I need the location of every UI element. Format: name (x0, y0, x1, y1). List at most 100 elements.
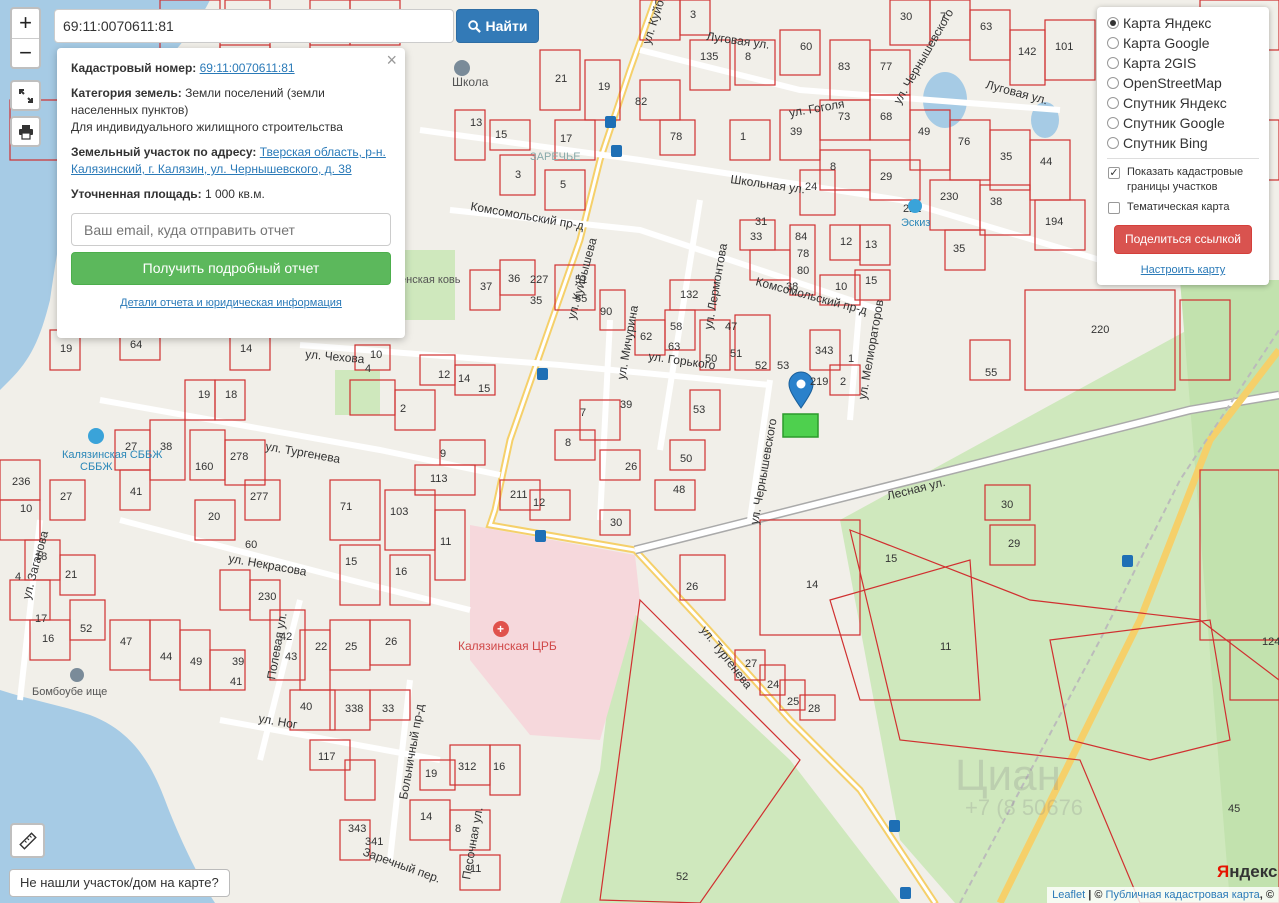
svg-text:47: 47 (120, 636, 132, 648)
svg-text:21: 21 (65, 569, 77, 581)
layer-label: Карта 2GIS (1123, 55, 1197, 71)
poi-label: енская ковь (400, 274, 461, 286)
svg-text:16: 16 (42, 633, 54, 645)
svg-text:35: 35 (953, 243, 965, 255)
svg-text:44: 44 (160, 651, 172, 663)
svg-text:12: 12 (438, 369, 450, 381)
cadastral-number-link[interactable]: 69:11:0070611:81 (200, 61, 295, 75)
svg-text:10: 10 (370, 349, 382, 361)
svg-text:12: 12 (840, 236, 852, 248)
zoom-in-button[interactable]: + (12, 9, 39, 38)
svg-text:10: 10 (20, 503, 32, 515)
zoom-out-button[interactable]: − (12, 38, 39, 67)
svg-text:2: 2 (840, 376, 846, 388)
svg-text:44: 44 (1040, 156, 1052, 168)
svg-text:1: 1 (848, 353, 854, 365)
svg-text:15: 15 (345, 556, 357, 568)
svg-text:113: 113 (430, 473, 448, 485)
svg-text:52: 52 (755, 360, 767, 372)
print-button[interactable] (10, 116, 41, 147)
svg-text:8: 8 (830, 161, 836, 173)
svg-text:230: 230 (940, 191, 958, 203)
get-report-button[interactable]: Получить подробный отчет (71, 252, 391, 285)
not-found-button[interactable]: Не нашли участок/дом на карте? (9, 869, 230, 897)
svg-text:26: 26 (625, 461, 637, 473)
svg-text:29: 29 (1008, 538, 1020, 550)
svg-text:52: 52 (80, 623, 92, 635)
svg-text:124: 124 (1262, 636, 1279, 648)
svg-text:78: 78 (670, 131, 682, 143)
attribution: Leaflet | © Публичная кадастровая карта,… (1047, 887, 1279, 903)
share-link-button[interactable]: Поделиться ссылкой (1114, 225, 1252, 254)
svg-text:160: 160 (195, 461, 213, 473)
address-label: Земельный участок по адресу: (71, 145, 257, 159)
layer-option-bing-satellite[interactable]: Спутник Bing (1107, 133, 1259, 153)
svg-text:63: 63 (980, 21, 992, 33)
check-icon: ✓ (1108, 167, 1120, 179)
show-borders-checkbox[interactable]: ✓ Показать кадастровые границы участков (1107, 165, 1259, 195)
svg-text:38: 38 (990, 196, 1002, 208)
svg-text:17: 17 (560, 133, 572, 145)
svg-text:77: 77 (880, 61, 892, 73)
email-field[interactable] (71, 213, 391, 246)
svg-text:52: 52 (676, 871, 688, 883)
ruler-icon (18, 831, 37, 850)
layer-label: Спутник Яндекс (1123, 95, 1227, 111)
poi-label: Калязинская СББЖ (62, 449, 162, 461)
svg-text:55: 55 (985, 367, 997, 379)
svg-text:312: 312 (458, 761, 476, 773)
svg-text:9: 9 (440, 448, 446, 460)
fullscreen-button[interactable] (10, 80, 41, 111)
layer-option-2gis[interactable]: Карта 2GIS (1107, 53, 1259, 73)
svg-text:53: 53 (777, 360, 789, 372)
svg-text:19: 19 (425, 768, 437, 780)
report-details-link[interactable]: Детали отчета и юридическая информация (71, 295, 391, 312)
svg-text:14: 14 (806, 579, 818, 591)
search-button[interactable]: Найти (456, 9, 539, 43)
layer-option-yandex-satellite[interactable]: Спутник Яндекс (1107, 93, 1259, 113)
svg-text:53: 53 (693, 404, 705, 416)
configure-map-link[interactable]: Настроить карту (1107, 264, 1259, 276)
layer-option-yandex-map[interactable]: Карта Яндекс (1107, 13, 1259, 33)
svg-text:73: 73 (838, 111, 850, 123)
svg-text:64: 64 (130, 339, 142, 351)
close-icon[interactable]: × (386, 51, 397, 69)
measure-button[interactable] (10, 823, 45, 858)
layer-option-osm[interactable]: OpenStreetMap (1107, 73, 1259, 93)
svg-text:50: 50 (680, 453, 692, 465)
search-input[interactable] (54, 9, 454, 43)
svg-text:343: 343 (815, 345, 833, 357)
svg-text:27: 27 (745, 658, 757, 670)
svg-text:30: 30 (610, 517, 622, 529)
svg-text:15: 15 (478, 383, 490, 395)
layer-label: Карта Google (1123, 35, 1210, 51)
svg-text:13: 13 (865, 239, 877, 251)
svg-text:230: 230 (258, 591, 276, 603)
svg-text:22: 22 (315, 641, 327, 653)
svg-text:68: 68 (880, 111, 892, 123)
svg-text:277: 277 (250, 491, 268, 503)
layer-option-google-satellite[interactable]: Спутник Google (1107, 113, 1259, 133)
svg-text:43: 43 (285, 651, 297, 663)
poi-label: ЗАРЕЧЬЕ (530, 151, 581, 163)
thematic-map-checkbox[interactable]: Тематическая карта (1107, 200, 1259, 215)
svg-text:83: 83 (838, 61, 850, 73)
expand-icon (18, 88, 33, 103)
svg-text:+7 (8 50676: +7 (8 50676 (965, 795, 1083, 820)
printer-icon (18, 124, 33, 140)
svg-text:49: 49 (918, 126, 930, 138)
svg-text:19: 19 (60, 343, 72, 355)
svg-text:76: 76 (958, 136, 970, 148)
svg-text:4: 4 (15, 571, 21, 583)
svg-text:343: 343 (348, 823, 366, 835)
svg-text:8: 8 (745, 51, 751, 63)
search-icon (467, 19, 481, 33)
source-link[interactable]: Публичная кадастровая карта (1106, 889, 1260, 901)
svg-text:39: 39 (620, 399, 632, 411)
cadastral-label: Кадастровый номер: (71, 61, 197, 75)
svg-text:31: 31 (755, 216, 767, 228)
poi-label: Калязинская ЦРБ (458, 639, 557, 653)
layer-option-google-map[interactable]: Карта Google (1107, 33, 1259, 53)
svg-text:41: 41 (130, 486, 142, 498)
leaflet-link[interactable]: Leaflet (1052, 889, 1085, 901)
